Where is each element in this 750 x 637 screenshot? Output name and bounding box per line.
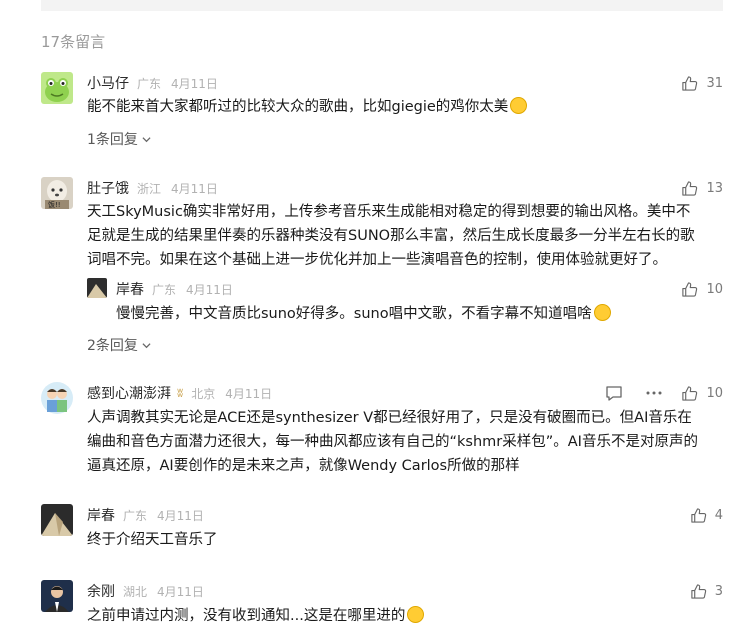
comment-meta: 余刚 湖北 4月11日 <box>87 580 204 602</box>
dog-avatar-icon: 饭!! <box>41 177 73 209</box>
reply-meta: 岸春 广东 4月11日 <box>116 278 233 300</box>
kids-avatar-icon <box>41 382 73 414</box>
avatar[interactable] <box>41 72 73 104</box>
reply-bubble-icon[interactable] <box>605 384 623 402</box>
avatar[interactable]: 饭!! <box>41 177 73 209</box>
comment-item: 饭!! 肚子饿 浙江 4月11日 13 天工SkyMusic确实非常好用，上传参… <box>41 177 723 357</box>
comment-text: 能不能来首大家都听过的比较大众的歌曲，比如giegie的鸡你太美 <box>87 95 528 119</box>
like-count: 4 <box>714 507 723 523</box>
thumbs-up-icon <box>691 507 706 523</box>
reply-date: 4月11日 <box>186 282 233 297</box>
thumbs-up-icon <box>682 75 698 91</box>
like-count: 31 <box>706 75 723 91</box>
avatar[interactable] <box>41 382 73 414</box>
like-button[interactable]: 31 <box>681 72 723 94</box>
commenter-name[interactable]: 岸春 <box>87 505 115 525</box>
svg-text:饭!!: 饭!! <box>48 200 61 209</box>
like-button[interactable]: 4 <box>690 504 723 526</box>
commenter-name[interactable]: 小马仔 <box>87 73 129 93</box>
like-button[interactable]: 3 <box>690 580 723 602</box>
like-count: 13 <box>706 180 723 196</box>
commenter-name[interactable]: 感到心潮澎湃 <box>87 383 171 403</box>
more-options-icon[interactable] <box>645 384 663 402</box>
expand-replies-button[interactable]: 1条回复 <box>87 129 151 149</box>
thumbs-up-icon <box>682 281 698 297</box>
like-button[interactable]: 10 <box>681 278 723 300</box>
grin-emoji-icon <box>593 304 611 321</box>
reply-avatar[interactable] <box>87 278 107 298</box>
comment-date: 4月11日 <box>157 508 204 523</box>
comment-text-line: 足就是生成的结果里伴奏的乐器种类没有SUNO那么丰富，然后生成长度最多一分半左右… <box>87 228 695 244</box>
commenter-region: 浙江 <box>137 181 162 196</box>
commenter-region: 广东 <box>137 76 162 91</box>
commenter-name[interactable]: 余刚 <box>87 581 115 601</box>
comment-meta: 肚子饿 浙江 4月11日 <box>87 177 218 199</box>
comment-item: 小马仔 广东 4月11日 31 能不能来首大家都听过的比较大众的歌曲，比如gie… <box>41 72 723 152</box>
comment-meta: 小马仔 广东 4月11日 <box>87 72 218 94</box>
thumbs-up-icon <box>682 180 698 196</box>
thumbs-up-icon <box>691 583 706 599</box>
previous-section-divider <box>41 0 723 11</box>
chevron-down-icon <box>142 136 151 142</box>
comment-text-line: 天工SkyMusic确实非常好用，上传参考音乐来生成能相对稳定的得到想要的输出风… <box>87 204 691 220</box>
nested-reply: 岸春 广东 4月11日 10 慢慢完善，中文音质比suno好得多。suno唱中文… <box>87 278 723 328</box>
vip-badge-icon: ʬ <box>177 386 184 400</box>
like-button[interactable]: 13 <box>681 177 723 199</box>
comment-count: 17条留言 <box>41 33 106 51</box>
avatar[interactable] <box>41 580 73 612</box>
comment-item: 感到心潮澎湃 ʬ 北京 4月11日 10 人声调教其实无论是ACE还是synth… <box>41 382 723 482</box>
comment-item: 余刚 湖北 4月11日 3 之前申请过内测，没有收到通知...这是在哪里进的 <box>41 580 723 630</box>
commenter-name[interactable]: 肚子饿 <box>87 178 129 198</box>
smile-emoji-icon <box>510 97 528 114</box>
comment-text-line: 人声调教其实无论是ACE还是synthesizer V都已经很好用了，只是没有破… <box>87 410 692 426</box>
like-count: 10 <box>706 281 723 297</box>
thumbs-up-icon <box>682 385 698 401</box>
comment-text-line: 逼真还原，AI要创作的是未来之声，就像Wendy Carlos所做的那样 <box>87 458 520 474</box>
man-avatar-icon <box>41 580 73 612</box>
comment-text-line: 编曲和音色方面潜力还很大，每一种曲风都应该有自己的“kshmr采样包”。AI音乐… <box>87 434 698 450</box>
comment-date: 4月11日 <box>225 386 273 401</box>
reply-author-name[interactable]: 岸春 <box>116 279 144 299</box>
commenter-region: 广东 <box>123 508 148 523</box>
comment-text: 终于介绍天工音乐了 <box>87 532 218 548</box>
avatar[interactable] <box>41 504 73 536</box>
like-count: 3 <box>714 583 723 599</box>
dark-avatar-icon <box>87 278 107 298</box>
expand-replies-button[interactable]: 2条回复 <box>87 335 151 355</box>
comment-date: 4月11日 <box>157 584 204 599</box>
chevron-down-icon <box>142 342 151 348</box>
comment-meta: 岸春 广东 4月11日 <box>87 504 204 526</box>
comment-date: 4月11日 <box>171 181 218 196</box>
like-button[interactable]: 10 <box>681 382 723 404</box>
like-count: 10 <box>706 385 723 401</box>
reply-region: 广东 <box>152 282 177 297</box>
reply-text: 慢慢完善，中文音质比suno好得多。suno唱中文歌，不看字幕不知道唱啥 <box>116 302 611 326</box>
frog-avatar-icon <box>41 72 73 104</box>
comment-date: 4月11日 <box>171 76 218 91</box>
dark-avatar-icon <box>41 504 73 536</box>
sweat-smile-emoji-icon <box>407 606 425 623</box>
comment-text: 之前申请过内测，没有收到通知...这是在哪里进的 <box>87 604 425 628</box>
comment-text-line: 词唱不完。如果在这个基础上进一步优化并加上一些演唱音色的控制，使用体验就更好了。 <box>87 252 667 268</box>
comment-item: 岸春 广东 4月11日 4 终于介绍天工音乐了 <box>41 504 723 554</box>
comment-actions <box>605 382 663 404</box>
commenter-region: 湖北 <box>123 584 148 599</box>
comment-meta: 感到心潮澎湃 ʬ 北京 4月11日 <box>87 382 272 404</box>
commenter-region: 北京 <box>191 386 216 401</box>
